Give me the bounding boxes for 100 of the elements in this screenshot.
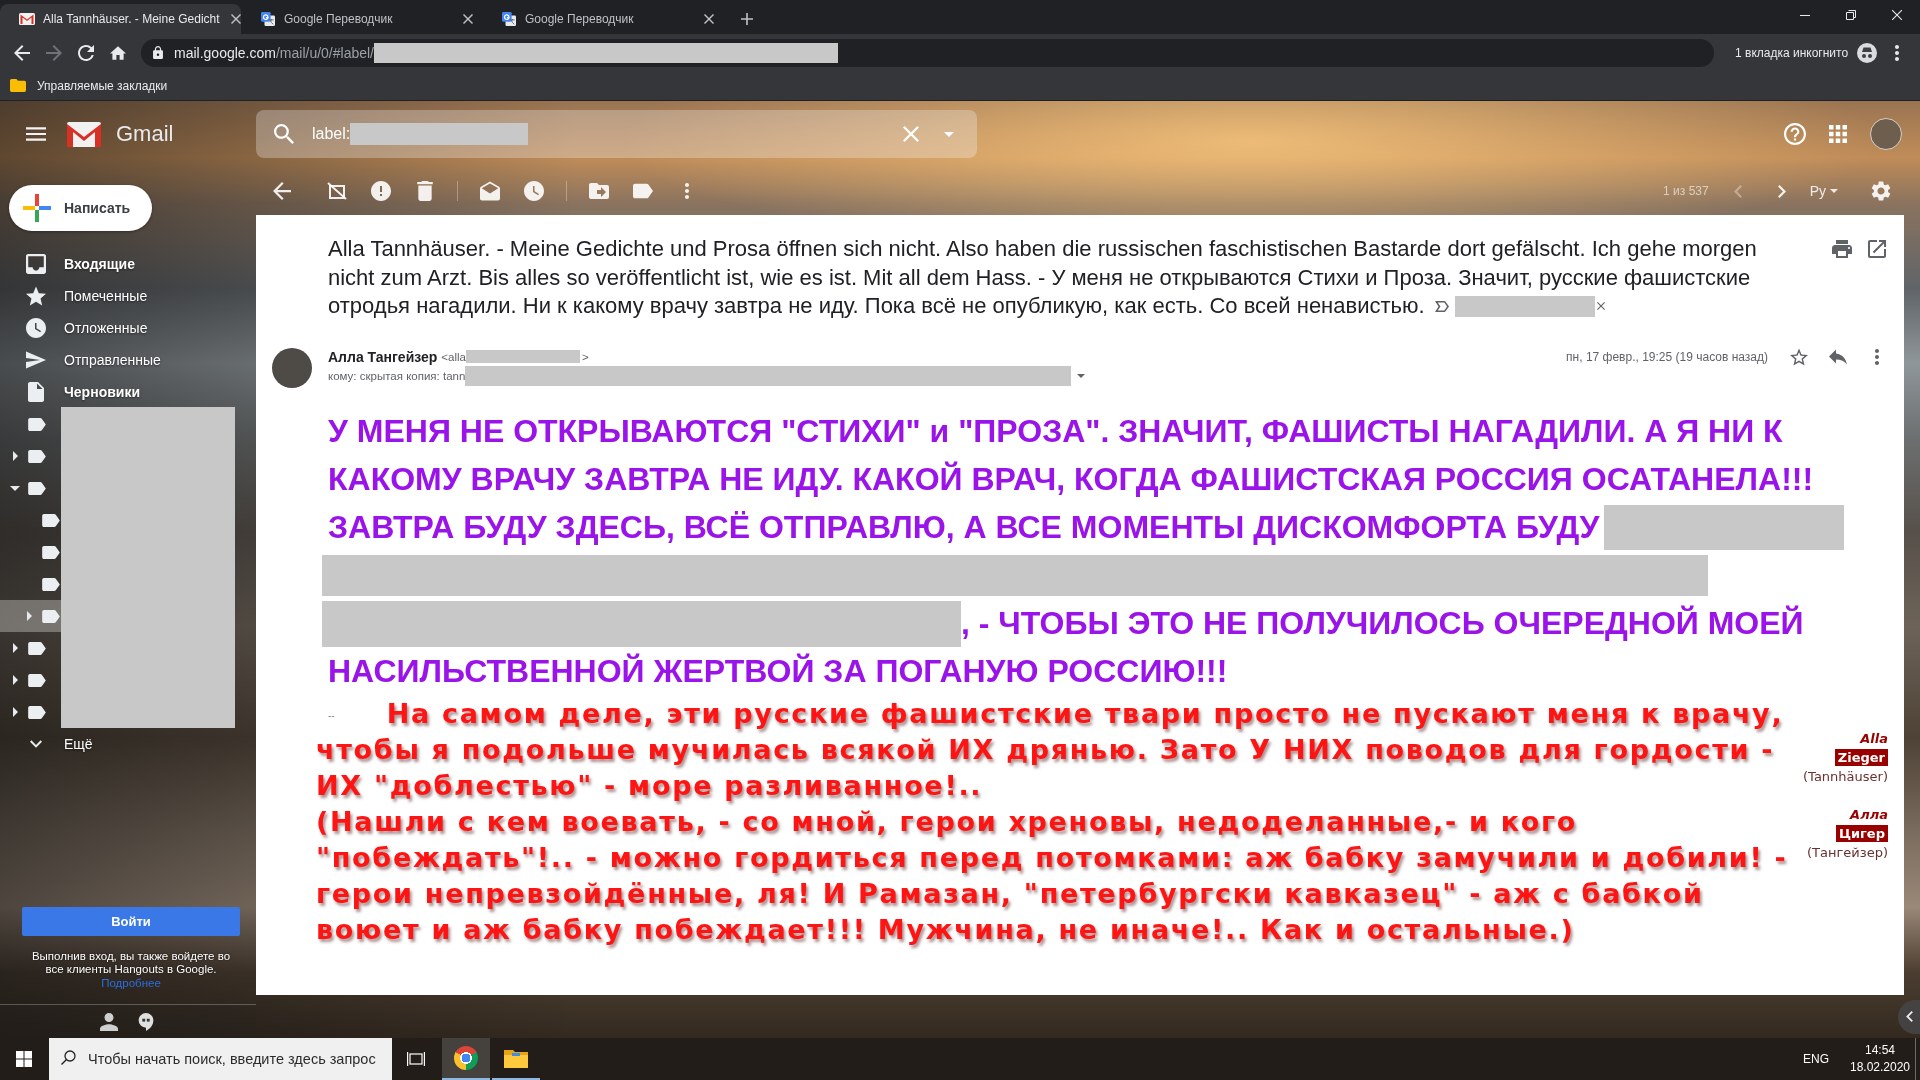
message-date: пн, 17 февр., 19:25 (19 часов назад) <box>1566 348 1768 366</box>
sender-address: > <box>582 350 589 363</box>
lock-icon <box>153 46 163 59</box>
help-icon <box>1784 123 1806 145</box>
image-text-line: герои непревзойдённые, ля! И Рамазан, "петербургски кавказец" - аж с бабкой <box>316 876 1704 911</box>
envelope-logo-icon <box>67 121 101 147</box>
restore-icon <box>1846 10 1856 20</box>
task-view-icon <box>407 1051 425 1067</box>
browser-tab[interactable]: Google Переводчик <box>482 4 723 34</box>
sidebar-folder-item[interactable]: Черновики <box>0 376 240 408</box>
minimize-icon <box>1800 14 1810 16</box>
taskbar-clock[interactable]: 14:54 18.02.2020 <box>1845 1038 1915 1080</box>
message-body-text: , - ЧТОБЫ ЭТО НЕ ПОЛУЧИЛОСЬ ОЧЕРЕДНОЙ МОЕЙ <box>961 605 1804 642</box>
label-tag-icon <box>42 513 60 527</box>
clock-icon <box>524 181 544 201</box>
chevron-left-icon <box>1905 1011 1913 1022</box>
browser-tab[interactable]: Google Переводчик <box>241 4 482 34</box>
plus-icon <box>741 13 753 25</box>
label-tag-icon <box>28 641 46 655</box>
incognito-label: 1 вкладка инкогнито <box>1735 45 1849 60</box>
label-tag-icon <box>28 481 46 495</box>
input-language[interactable]: ENG <box>1803 1052 1829 1066</box>
message-subject: Alla Tannhäuser. - Meine Gedichte und Prosa öffnen sich nicht. Also haben die russischen faschistischen Bastarde dort gefälscht. Ich gehe morgen <box>328 236 1757 263</box>
account-avatar[interactable] <box>1870 118 1902 150</box>
box-slash-icon <box>327 181 347 201</box>
message-counter: 1 из 537 <box>1663 184 1709 198</box>
reload-icon <box>78 44 94 61</box>
chat-bubble-icon <box>137 1012 155 1031</box>
envelope-icon <box>480 181 500 201</box>
translate-icon <box>260 12 276 26</box>
open-in-new-icon <box>1868 240 1886 258</box>
close-icon[interactable] <box>1596 302 1605 311</box>
taskbar-app-button[interactable] <box>442 1038 490 1080</box>
label-tag-icon <box>28 673 46 687</box>
taskbar-search-field[interactable]: Чтобы начать поиск, введите здесь запрос <box>88 1038 392 1080</box>
browser-tab[interactable]: Alla Tannhäuser. - Meine Gedicht <box>0 4 241 34</box>
bookmark-folder[interactable]: Управляемые закладки <box>10 76 168 95</box>
browser-icon <box>454 1046 478 1070</box>
message-body-text: У МЕНЯ НЕ ОТКРЫВАЮТСЯ "СТИХИ" и "ПРОЗА". ЗНАЧИТ, ФАШИСТЫ НАГАДИЛИ. А Я НИ К <box>328 413 1783 450</box>
address-bar[interactable]: mail.google.com/mail/u/0/#label/ <box>141 38 1714 67</box>
label-tag-icon <box>42 545 60 559</box>
more-vertical-icon <box>1895 44 1900 61</box>
sidebar-folder-item[interactable]: Помеченные <box>0 280 240 312</box>
label-tag-icon <box>633 181 653 201</box>
sender-avatar <box>272 347 312 388</box>
caret-right-icon[interactable] <box>12 675 18 685</box>
tab-close-button[interactable] <box>460 11 476 27</box>
plus-icon <box>23 194 51 222</box>
caret-right-icon[interactable] <box>12 707 18 717</box>
chevron-left-icon <box>1733 184 1742 198</box>
label-tag-icon <box>42 577 60 591</box>
label-tag-icon <box>28 417 46 431</box>
signature-surname-badge: Цигер <box>1835 824 1888 842</box>
caret-right-icon[interactable] <box>12 451 18 461</box>
search-icon <box>274 124 294 144</box>
inbox-icon <box>26 254 46 274</box>
message-subject: отродья нагадили. Ни к какому врачу завтра не иду. Пока всё не опубликую, как есть. Со всей ненавистью. <box>328 293 1425 320</box>
caret-down-icon <box>944 131 954 137</box>
message-body-text: НАСИЛЬСТВЕННОЙ ЖЕРТВОЙ ЗА ПОГАНУЮ РОССИЮ!!! <box>328 653 1228 690</box>
sign-in-button[interactable]: Войти <box>22 906 240 936</box>
envelope-icon <box>19 12 35 26</box>
trash-icon <box>415 181 435 201</box>
clock-icon <box>26 318 46 338</box>
more-labels-item[interactable]: Ещё <box>0 728 240 760</box>
incognito-icon[interactable] <box>1857 42 1878 63</box>
exclamation-icon <box>371 181 391 201</box>
message-body-text: ЗАВТРА БУДУ ЗДЕСЬ, ВСЁ ОТПРАВЛЮ, А ВСЕ МОМЕНТЫ ДИСКОМФОРТА БУДУ <box>328 509 1600 546</box>
close-icon <box>704 14 714 24</box>
home-icon <box>110 44 126 61</box>
signature-separator: -- <box>328 709 335 721</box>
signature-alias: (Тангейзер) <box>1807 843 1888 862</box>
send-icon <box>26 350 46 370</box>
image-text-line: воюет и аж бабку побеждает!!! Мужчина, не иначе!.. Как и остальные.) <box>316 912 1575 947</box>
settings-icon <box>1871 181 1891 201</box>
hangouts-note: Выполнив вход, вы также войдете во все клиенты Hangouts в Google. <box>30 949 232 977</box>
close-icon <box>463 14 473 24</box>
start-menu-icon <box>16 1051 32 1067</box>
message-body-text: КАКОМУ ВРАЧУ ЗАВТРА НЕ ИДУ. КАКОЙ ВРАЧ, КОГДА ФАШИСТСКАЯ РОССИЯ ОСАТАНЕЛА!!! <box>328 461 1814 498</box>
caret-down-icon[interactable] <box>10 485 20 491</box>
sidebar-folder-item[interactable]: Входящие <box>0 248 240 280</box>
signature-first-name: Алла <box>1850 805 1888 824</box>
arrow-left-icon <box>273 182 291 200</box>
side-panel-toggle[interactable] <box>1898 999 1920 1034</box>
label-tag-icon <box>28 449 46 463</box>
sender-name: Алла Тангейзер <box>328 348 438 365</box>
sidebar-folder-item[interactable]: Отложенные <box>0 312 240 344</box>
caret-right-icon[interactable] <box>12 643 18 653</box>
chevron-right-icon <box>1777 184 1786 198</box>
tab-close-button[interactable] <box>701 11 717 27</box>
importance-marker-icon[interactable] <box>1434 300 1449 312</box>
signature-alias: (Tannhäuser) <box>1803 767 1888 786</box>
star-icon <box>26 286 46 306</box>
image-text-line: На самом деле, эти русские фашистские твари просто не пускают меня к врачу, <box>386 696 1784 731</box>
reply-arrow-icon <box>1829 347 1847 366</box>
sidebar-folder-item[interactable]: Отправленные <box>0 344 240 376</box>
caret-down-icon[interactable] <box>1077 374 1086 378</box>
more-vertical-icon <box>1875 348 1879 365</box>
compose-button[interactable]: Написать <box>9 185 152 231</box>
recipients-text: кому: скрытая копия: tann <box>328 370 466 382</box>
person-icon <box>100 1012 118 1031</box>
